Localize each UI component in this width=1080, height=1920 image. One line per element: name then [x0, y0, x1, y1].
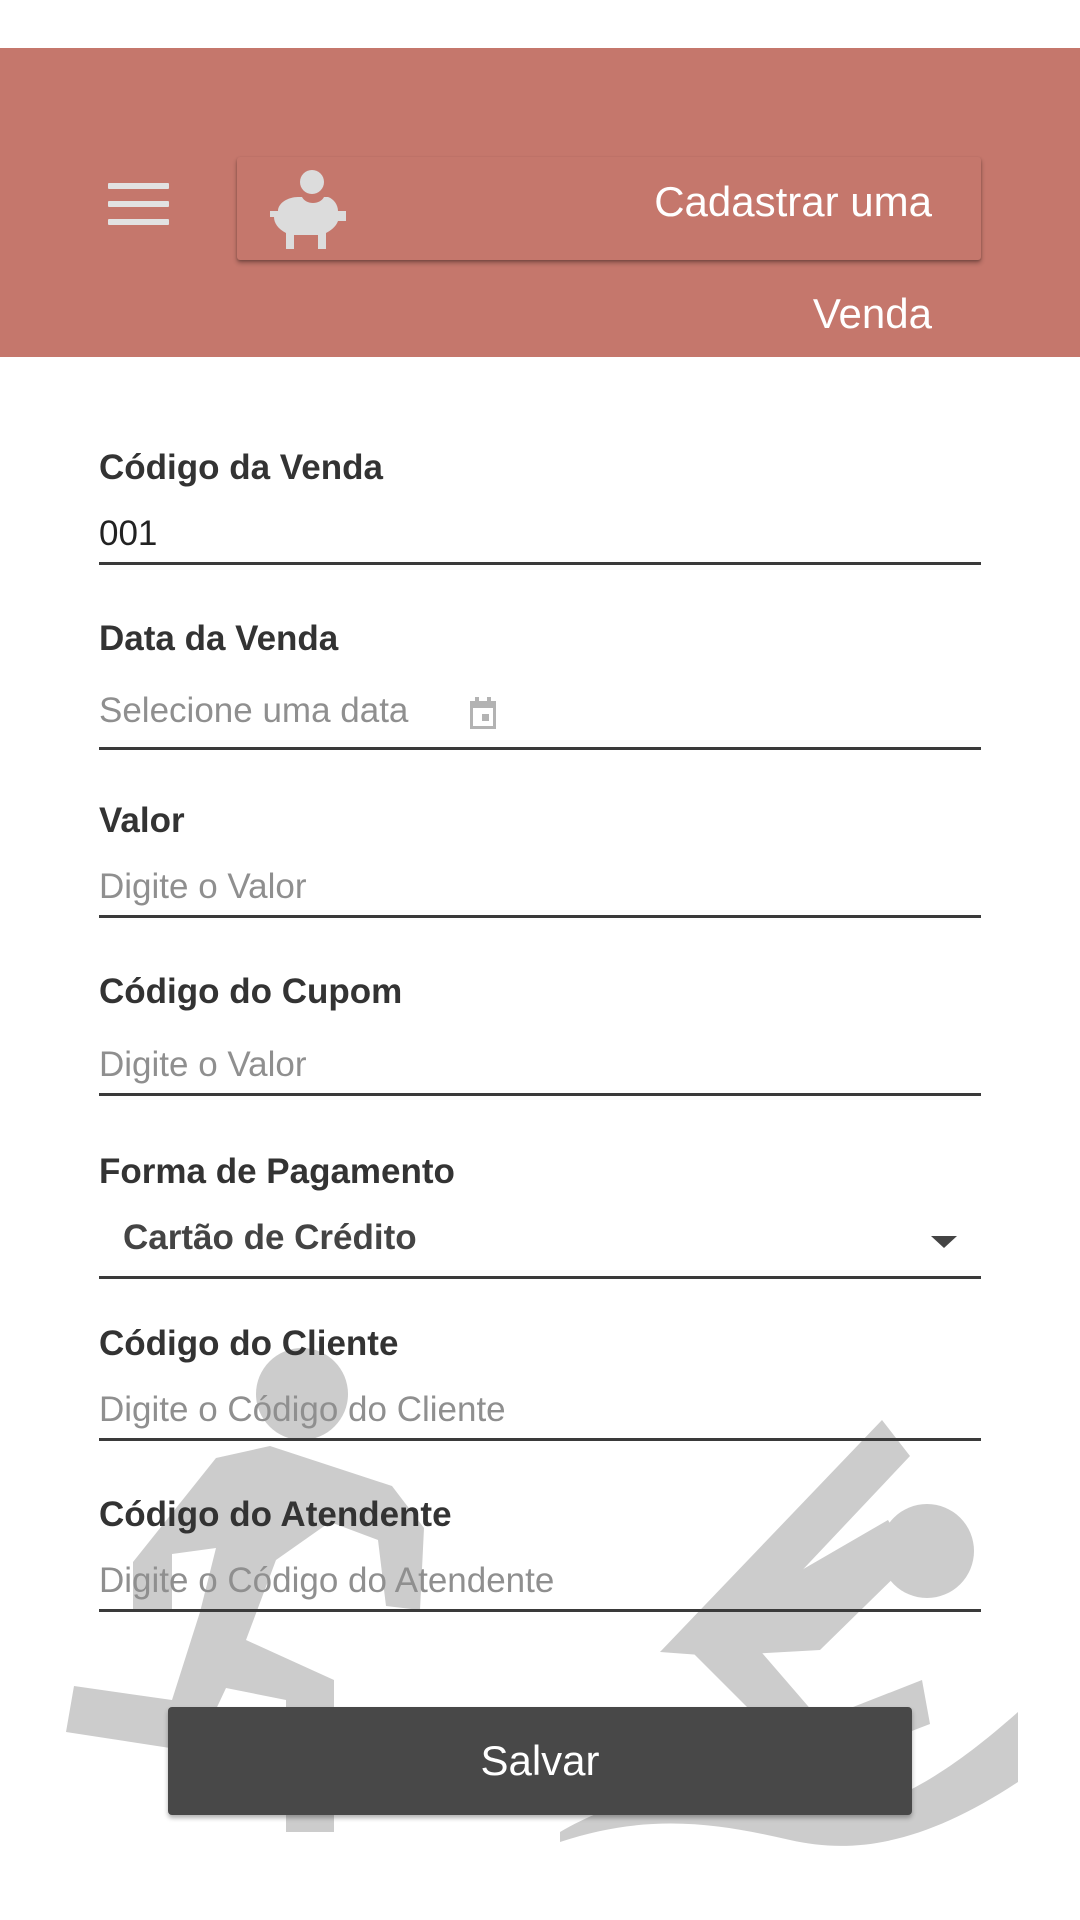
chevron-down-icon[interactable]: [931, 1236, 957, 1248]
codigo-venda-input[interactable]: [99, 506, 981, 565]
codigo-cupom-label: Código do Cupom: [99, 972, 403, 1011]
forma-pagamento-value: Cartão de Crédito: [123, 1218, 417, 1257]
piggy-bank-icon: [270, 170, 346, 249]
codigo-cupom-input[interactable]: [99, 1037, 981, 1096]
app-screen: Cadastrar uma Venda Código da Venda Data…: [0, 0, 1080, 1920]
forma-pagamento-select[interactable]: Cartão de Crédito: [99, 1206, 981, 1279]
codigo-cliente-input[interactable]: [99, 1382, 981, 1441]
codigo-venda-label: Código da Venda: [99, 448, 383, 487]
codigo-atendente-label: Código do Atendente: [99, 1495, 452, 1534]
page-title-line1: Cadastrar uma: [654, 178, 932, 225]
valor-label: Valor: [99, 801, 185, 840]
data-venda-label: Data da Venda: [99, 619, 339, 658]
date-placeholder: Selecione uma data: [99, 691, 409, 730]
save-button[interactable]: Salvar: [168, 1707, 912, 1815]
calendar-icon[interactable]: [468, 697, 498, 729]
date-picker[interactable]: Selecione uma data: [99, 677, 981, 750]
forma-pagamento-label: Forma de Pagamento: [99, 1152, 455, 1191]
codigo-cliente-label: Código do Cliente: [99, 1324, 399, 1363]
valor-input[interactable]: [99, 859, 981, 918]
page-title-line2: Venda: [812, 290, 932, 337]
menu-icon[interactable]: [108, 183, 169, 225]
codigo-atendente-input[interactable]: [99, 1553, 981, 1612]
